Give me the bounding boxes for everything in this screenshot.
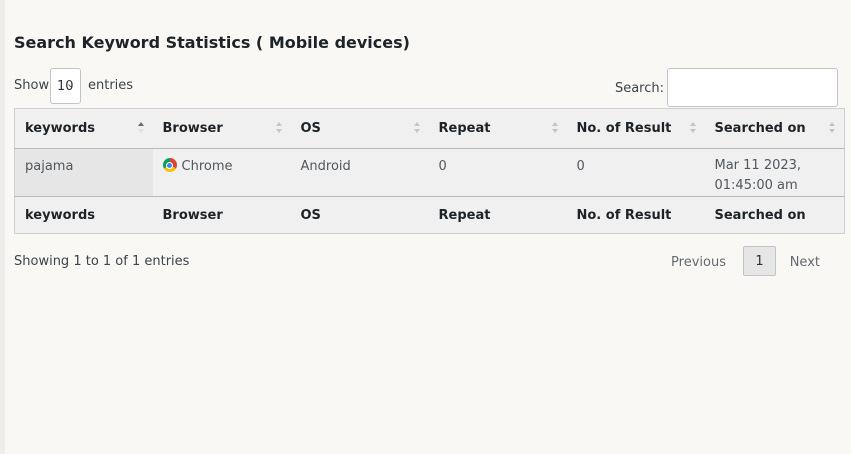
chrome-icon — [162, 158, 177, 172]
column-header-results[interactable]: No. of Result — [566, 108, 705, 149]
chevron-down-icon: ⌄ — [66, 77, 76, 90]
cell-os: Android — [290, 148, 429, 197]
previous-page-button[interactable]: Previous — [671, 255, 726, 270]
cell-browser: Chrome — [152, 148, 291, 197]
sort-ascending-icon — [137, 121, 145, 135]
page-1-button[interactable]: 1 — [743, 246, 776, 276]
footer-results: No. of Result — [566, 196, 705, 234]
admin-sidebar-edge — [0, 0, 5, 454]
table-info: Showing 1 to 1 of 1 entries — [14, 254, 190, 269]
sort-icon — [689, 121, 697, 135]
page-title: Search Keyword Statistics ( Mobile devic… — [14, 33, 410, 52]
column-header-os[interactable]: OS — [290, 108, 429, 149]
entries-label: entries — [88, 78, 134, 93]
footer-os: OS — [290, 196, 429, 234]
keyword-stats-table: keywords Browser OS Repeat No. of Result… — [14, 108, 845, 234]
cell-results: 0 — [566, 148, 705, 197]
show-label: Show — [14, 78, 50, 93]
cell-repeat: 0 — [428, 148, 567, 197]
search-label: Search: — [614, 81, 664, 96]
footer-keywords: keywords — [14, 196, 153, 234]
sort-icon — [829, 121, 836, 135]
table-row: pajama Chrome Android 0 0 Mar 11 2023, 01… — [14, 148, 845, 197]
sort-icon — [413, 121, 421, 135]
column-header-repeat[interactable]: Repeat — [428, 108, 567, 149]
cell-keyword: pajama — [14, 148, 153, 197]
column-header-browser[interactable]: Browser — [152, 108, 291, 149]
column-header-keywords[interactable]: keywords — [14, 108, 153, 149]
sort-icon — [551, 121, 559, 135]
column-header-searched-on[interactable]: Searched on — [704, 108, 845, 149]
sort-icon — [275, 121, 283, 135]
footer-repeat: Repeat — [428, 196, 567, 234]
footer-searched-on: Searched on — [704, 196, 845, 234]
cell-searched-on: Mar 11 2023, 01:45:00 am — [704, 148, 845, 197]
search-input[interactable] — [667, 68, 838, 107]
entries-per-page-select[interactable]: 10 ⌄ — [50, 68, 81, 104]
table-footer-row: keywords Browser OS Repeat No. of Result… — [14, 196, 845, 234]
footer-browser: Browser — [152, 196, 291, 234]
next-page-button[interactable]: Next — [790, 255, 820, 270]
table-header-row: keywords Browser OS Repeat No. of Result… — [14, 108, 845, 149]
